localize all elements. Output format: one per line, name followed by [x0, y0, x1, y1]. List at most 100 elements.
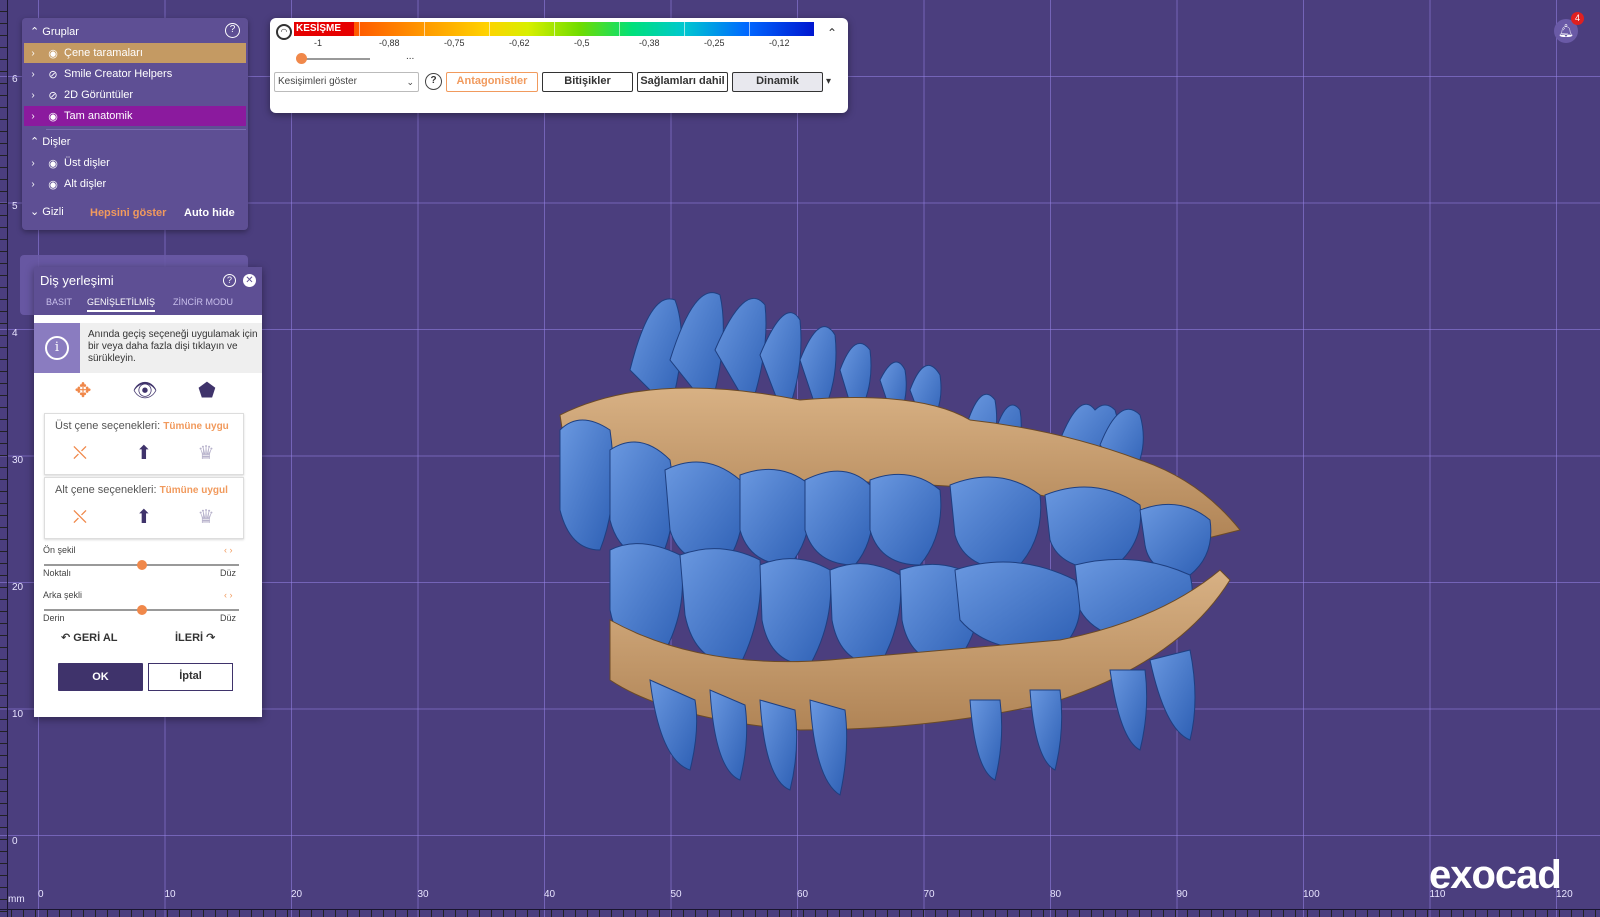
gauge-icon[interactable]: ◠: [276, 24, 292, 40]
group-item-lower-teeth[interactable]: › ◉ Alt dişler: [24, 174, 246, 194]
undo-button[interactable]: ↶ GERİ AL: [61, 631, 118, 644]
help-icon[interactable]: ?: [425, 73, 442, 90]
x-tick-label: 40: [544, 889, 556, 900]
reset-upper-icon[interactable]: ⛌: [65, 440, 95, 468]
front-shape-arrows[interactable]: ‹ ›: [224, 545, 233, 555]
eye-hidden-icon[interactable]: ⊘: [42, 89, 64, 102]
eye-icon[interactable]: ◉: [42, 110, 64, 123]
intersection-toolbar: ◠ KESİŞME -1 -0,88 -0,75 -0,62 -0,5 -0,38 -0,2…: [270, 18, 848, 113]
chevron-up-icon: ⌃: [30, 26, 43, 38]
threshold-slider-track[interactable]: [300, 58, 370, 60]
x-tick-label: 0: [38, 889, 44, 900]
tab-basic[interactable]: BASIT: [46, 297, 72, 310]
chevron-right-icon: ›: [31, 68, 35, 80]
collapse-icon[interactable]: ⌃: [827, 26, 837, 40]
apply-all-upper-link[interactable]: Tümüne uygu: [163, 421, 229, 432]
groups-panel: ⌃ Gruplar ? › ◉ Çene taramaları › ⊘ Smil…: [22, 18, 248, 230]
antagonists-button[interactable]: Antagonistler: [446, 72, 538, 92]
group-item-label: Tam anatomik: [64, 110, 133, 122]
lower-crown-icon[interactable]: ♛: [191, 504, 221, 532]
show-all-button[interactable]: Hepsini göster: [90, 207, 166, 219]
y-tick-label: 10: [12, 709, 24, 720]
chevron-right-icon: ›: [31, 47, 35, 59]
scale-label: -1: [314, 38, 323, 48]
x-tick-label: 100: [1303, 889, 1320, 900]
front-shape-knob[interactable]: [136, 560, 147, 570]
info-text: Anında geçiş seçeneği uygulamak için bir…: [88, 329, 258, 364]
scale-label: -0,12: [769, 38, 790, 48]
y-tick-label: 4: [12, 328, 18, 339]
group-item-label: Çene taramaları: [64, 47, 143, 59]
auto-hide-button[interactable]: Auto hide: [184, 207, 235, 219]
back-shape-high: Düz: [220, 613, 237, 623]
group-item-2d-images[interactable]: › ⊘ 2D Görüntüler: [24, 85, 246, 105]
redo-button[interactable]: İLERİ ↷: [175, 631, 215, 644]
info-icon: i: [34, 323, 80, 373]
scale-label: -0,5: [574, 38, 590, 48]
y-tick-label: 6: [12, 74, 18, 85]
move-teeth-icon[interactable]: ✥: [68, 377, 98, 405]
tab-extended[interactable]: GENİŞLETİLMİŞ: [87, 297, 156, 312]
tooth-placement-panel: Diş yerleşimi ? ✕ BASIT GENİŞLETİLMİŞ Zİ…: [34, 267, 262, 717]
dental-model[interactable]: [500, 280, 1260, 810]
upper-crown-icon[interactable]: ♛: [191, 440, 221, 468]
chevron-right-icon: ›: [31, 157, 35, 169]
group-item-label: Alt dişler: [64, 178, 107, 190]
scale-label: -0,25: [704, 38, 725, 48]
apply-all-lower-link[interactable]: Tümüne uygul: [160, 485, 228, 496]
x-tick-label: 50: [670, 889, 682, 900]
upper-align-icon[interactable]: ⬆: [129, 440, 159, 468]
scale-label: -0,38: [639, 38, 660, 48]
x-tick-label: 30: [417, 889, 429, 900]
caret-down-icon[interactable]: ▾: [826, 76, 831, 87]
group-item-upper-teeth[interactable]: › ◉ Üst dişler: [24, 153, 246, 173]
x-tick-label: 80: [1050, 889, 1062, 900]
intersection-color-scale: KESİŞME: [294, 22, 814, 36]
eye-icon[interactable]: ◉: [42, 157, 64, 170]
teeth-header[interactable]: ⌃ Dişler: [30, 135, 70, 148]
help-icon[interactable]: ?: [223, 274, 236, 287]
reset-lower-icon[interactable]: ⛌: [65, 504, 95, 532]
undo-icon: ↶: [61, 632, 74, 644]
upper-jaw-label: Üst çene seçenekleri: Tümüne uygu: [55, 420, 229, 432]
unit-label: mm: [8, 894, 25, 905]
eye-hidden-icon[interactable]: ⊘: [42, 68, 64, 81]
group-item-smile-creator[interactable]: › ⊘ Smile Creator Helpers: [24, 64, 246, 84]
tooth-shape-icon[interactable]: ⬟: [192, 377, 222, 405]
color-scale-title: KESİŞME: [294, 22, 354, 36]
ok-button[interactable]: OK: [58, 663, 143, 691]
threshold-slider-knob[interactable]: [296, 53, 307, 64]
panel-title: Diş yerleşimi: [40, 273, 114, 288]
info-box: i Anında geçiş seçeneği uygulamak için b…: [34, 323, 262, 373]
adjacent-button[interactable]: Bitişikler: [542, 72, 633, 92]
lower-jaw-label: Alt çene seçenekleri: Tümüne uygul: [55, 484, 228, 496]
dynamic-button[interactable]: Dinamik: [732, 72, 823, 92]
lower-align-icon[interactable]: ⬆: [129, 504, 159, 532]
show-intersections-select[interactable]: Kesişimleri göster ⌄: [274, 72, 419, 92]
cancel-button[interactable]: İptal: [148, 663, 233, 691]
tab-chain-mode[interactable]: ZİNCİR MODU: [173, 297, 233, 310]
y-tick-label: 30: [12, 455, 24, 466]
eye-icon[interactable]: ◉: [42, 47, 64, 60]
groups-header[interactable]: ⌃ Gruplar: [30, 25, 79, 38]
close-icon[interactable]: ✕: [243, 274, 256, 287]
group-item-jaw-scans[interactable]: › ◉ Çene taramaları: [24, 43, 246, 63]
chevron-down-icon: ⌄: [30, 206, 43, 218]
notification-badge: 4: [1571, 12, 1584, 25]
y-tick-label: 0: [12, 836, 18, 847]
eye-icon[interactable]: ◉: [42, 178, 64, 191]
upper-jaw-options: Üst çene seçenekleri: Tümüne uygu ⛌ ⬆ ♛: [44, 413, 244, 475]
view-axis-icon[interactable]: 👁︎: [130, 377, 160, 405]
back-shape-arrows[interactable]: ‹ ›: [224, 590, 233, 600]
redo-icon: ↷: [203, 632, 216, 644]
back-shape-knob[interactable]: [136, 605, 147, 615]
scale-label: -0,75: [444, 38, 465, 48]
more-dots[interactable]: ...: [406, 51, 414, 62]
group-item-full-anatomic[interactable]: › ◉ Tam anatomik: [24, 106, 246, 126]
help-icon[interactable]: ?: [225, 23, 240, 38]
back-shape-label: Arka şekli: [43, 590, 83, 600]
x-tick-label: 90: [1176, 889, 1188, 900]
x-tick-label: 60: [797, 889, 809, 900]
hidden-header[interactable]: ⌄ Gizli: [30, 205, 64, 218]
include-restorations-button[interactable]: Sağlamları dahil: [637, 72, 728, 92]
